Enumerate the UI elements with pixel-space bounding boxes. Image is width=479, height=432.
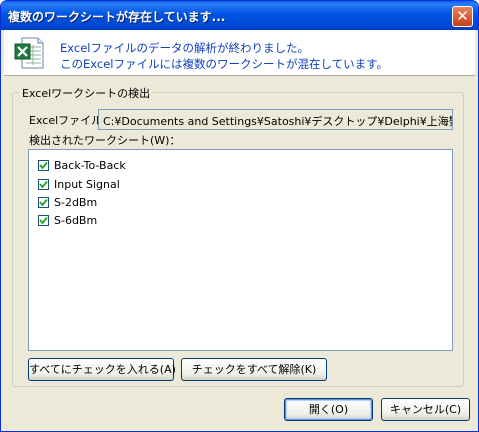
banner-message-2: このExcelファイルには複数のワークシートが混在しています。 — [60, 57, 388, 71]
worksheet-list-label: 検出されたワークシート(W)： — [29, 134, 181, 147]
open-button[interactable]: 開く(O) — [284, 398, 373, 421]
close-icon: ✕ — [456, 7, 469, 25]
banner-message-1: Excelファイルのデータの解析が終わりました。 — [60, 41, 309, 55]
worksheet-checkbox[interactable] — [38, 160, 49, 171]
worksheet-name: S-6dBm — [54, 214, 98, 227]
worksheet-list[interactable]: Back-To-Back Input Signal S-2dBm S-6dBm — [28, 149, 453, 351]
worksheet-checkbox[interactable] — [38, 179, 49, 190]
worksheet-name: Input Signal — [54, 178, 120, 191]
worksheet-checkbox[interactable] — [38, 197, 49, 208]
worksheet-name: S-2dBm — [54, 196, 98, 209]
checkmark-icon — [39, 198, 48, 207]
dialog-window: 複数のワークシートが存在しています... ✕ Excelファイルのデータの解析が… — [0, 0, 479, 432]
checkmark-icon — [39, 216, 48, 225]
worksheet-name: Back-To-Back — [54, 159, 126, 172]
cancel-button[interactable]: キャンセル(C) — [381, 398, 470, 421]
excel-file-icon — [14, 37, 44, 69]
group-title: Excelワークシートの検出 — [19, 85, 154, 101]
checkmark-icon — [39, 180, 48, 189]
close-button[interactable]: ✕ — [452, 6, 473, 27]
checkmark-icon — [39, 161, 48, 170]
file-path-field[interactable]: C:¥Documents and Settings¥Satoshi¥デスクトップ… — [98, 109, 453, 130]
info-banner: Excelファイルのデータの解析が終わりました。 このExcelファイルには複数… — [4, 30, 475, 76]
uncheck-all-button[interactable]: チェックをすべて解除(K) — [181, 358, 327, 381]
check-all-button[interactable]: すべてにチェックを入れる(A) — [28, 358, 176, 381]
worksheet-checkbox[interactable] — [38, 215, 49, 226]
title-bar[interactable]: 複数のワークシートが存在しています... ✕ — [1, 1, 478, 30]
window-title: 複数のワークシートが存在しています... — [8, 10, 226, 24]
